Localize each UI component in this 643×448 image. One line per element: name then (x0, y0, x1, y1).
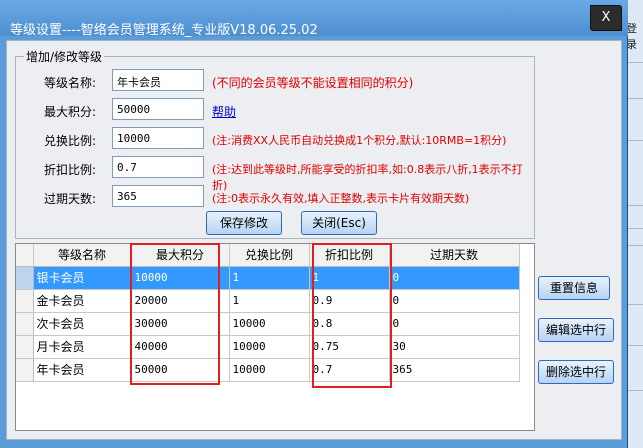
cell-discount: 0.9 (309, 289, 390, 313)
table-header-row: 等级名称 最大积分 兑换比例 折扣比例 过期天数 (16, 244, 520, 267)
background-login-text: 登录 (626, 22, 637, 51)
exchange-ratio-hint: (注:消费XX人民币自动兑换成1个积分,默认:10RMB=1积分) (212, 134, 507, 147)
discount-ratio-label: 折扣比例: (44, 163, 97, 177)
cell-name: 银卡会员 (33, 266, 132, 290)
close-window-button[interactable]: X (590, 5, 622, 31)
level-table: 等级名称 最大积分 兑换比例 折扣比例 过期天数 银卡会员 10000 1 1 (16, 244, 520, 382)
background-divider (628, 304, 643, 305)
cell-expire-days: 0 (389, 312, 520, 336)
close-button[interactable]: 关闭(Esc) (301, 211, 377, 235)
discount-ratio-input[interactable]: 0.7 (112, 156, 204, 178)
edit-selected-row-button[interactable]: 编辑选中行 (538, 318, 614, 342)
row-indicator[interactable] (16, 358, 34, 382)
background-divider (628, 62, 643, 63)
column-header-expire-days[interactable]: 过期天数 (389, 244, 520, 267)
exchange-ratio-input[interactable]: 10000 (112, 127, 204, 149)
column-header-exchange-ratio[interactable]: 兑换比例 (229, 244, 310, 267)
save-button[interactable]: 保存修改 (206, 211, 282, 235)
cell-max-points: 40000 (131, 335, 230, 359)
exchange-ratio-label: 兑换比例: (44, 134, 97, 148)
column-header-max-points[interactable]: 最大积分 (131, 244, 230, 267)
row-indicator[interactable] (16, 266, 34, 290)
cell-name: 月卡会员 (33, 335, 132, 359)
row-indicator[interactable] (16, 312, 34, 336)
cell-expire-days: 365 (389, 358, 520, 382)
table-row[interactable]: 年卡会员 50000 10000 0.7 365 (16, 358, 520, 382)
delete-selected-row-button[interactable]: 删除选中行 (538, 360, 614, 384)
background-divider (628, 98, 643, 99)
row-indicator-header (16, 244, 34, 267)
cell-exchange-ratio: 10000 (229, 335, 310, 359)
background-divider (628, 345, 643, 346)
discount-ratio-hint: (注:达到此等级时,所能享受的折扣率,如:0.8表示八折,1表示不打折) (212, 163, 523, 192)
cell-name: 年卡会员 (33, 358, 132, 382)
row-indicator[interactable] (16, 289, 34, 313)
background-divider (628, 245, 643, 246)
column-header-name[interactable]: 等级名称 (33, 244, 132, 267)
column-header-discount[interactable]: 折扣比例 (309, 244, 390, 267)
reset-button[interactable]: 重置信息 (538, 276, 610, 300)
level-grid[interactable]: 等级名称 最大积分 兑换比例 折扣比例 过期天数 银卡会员 10000 1 1 (15, 243, 535, 431)
level-settings-window: 等级设置----智络会员管理系统_专业版V18.06.25.02 X 增加/修改… (0, 0, 628, 448)
cell-name: 金卡会员 (33, 289, 132, 313)
level-name-label: 等级名称: (44, 76, 97, 90)
table-row[interactable]: 月卡会员 40000 10000 0.75 30 (16, 335, 520, 359)
cell-discount: 0.8 (309, 312, 390, 336)
cell-max-points: 20000 (131, 289, 230, 313)
expire-days-label: 过期天数: (44, 192, 97, 206)
cell-expire-days: 0 (389, 289, 520, 313)
cell-discount: 0.75 (309, 335, 390, 359)
cell-exchange-ratio: 1 (229, 289, 310, 313)
titlebar[interactable]: 等级设置----智络会员管理系统_专业版V18.06.25.02 X (0, 0, 628, 38)
edit-level-group: 增加/修改等级 等级名称: 年卡会员 (不同的会员等级不能设置相同的积分) 最大… (15, 48, 535, 239)
cell-expire-days: 0 (389, 266, 520, 290)
max-points-label: 最大积分: (44, 105, 97, 119)
level-name-input[interactable]: 年卡会员 (112, 69, 204, 91)
background-divider (628, 205, 643, 206)
cell-max-points: 10000 (131, 266, 230, 290)
group-title: 增加/修改等级 (24, 48, 105, 65)
cell-max-points: 50000 (131, 358, 230, 382)
background-divider (628, 390, 643, 391)
cell-name: 次卡会员 (33, 312, 132, 336)
cell-discount: 0.7 (309, 358, 390, 382)
expire-days-hint: (注:0表示永久有效,填入正整数,表示卡片有效期天数) (212, 192, 470, 205)
cell-exchange-ratio: 1 (229, 266, 310, 290)
help-link[interactable]: 帮助 (212, 103, 236, 120)
max-points-input[interactable]: 50000 (112, 98, 204, 120)
window-title: 等级设置----智络会员管理系统_专业版V18.06.25.02 (10, 23, 318, 38)
cell-discount: 1 (309, 266, 390, 290)
background-divider (628, 140, 643, 141)
expire-days-input[interactable]: 365 (112, 185, 204, 207)
table-row[interactable]: 次卡会员 30000 10000 0.8 0 (16, 312, 520, 336)
client-area: 增加/修改等级 等级名称: 年卡会员 (不同的会员等级不能设置相同的积分) 最大… (6, 40, 622, 440)
cell-exchange-ratio: 10000 (229, 358, 310, 382)
cell-max-points: 30000 (131, 312, 230, 336)
background-divider (628, 228, 643, 229)
table-row[interactable]: 银卡会员 10000 1 1 0 (16, 266, 520, 290)
cell-exchange-ratio: 10000 (229, 312, 310, 336)
row-indicator[interactable] (16, 335, 34, 359)
cell-expire-days: 30 (389, 335, 520, 359)
table-row[interactable]: 金卡会员 20000 1 0.9 0 (16, 289, 520, 313)
level-name-hint: (不同的会员等级不能设置相同的积分) (212, 76, 414, 90)
